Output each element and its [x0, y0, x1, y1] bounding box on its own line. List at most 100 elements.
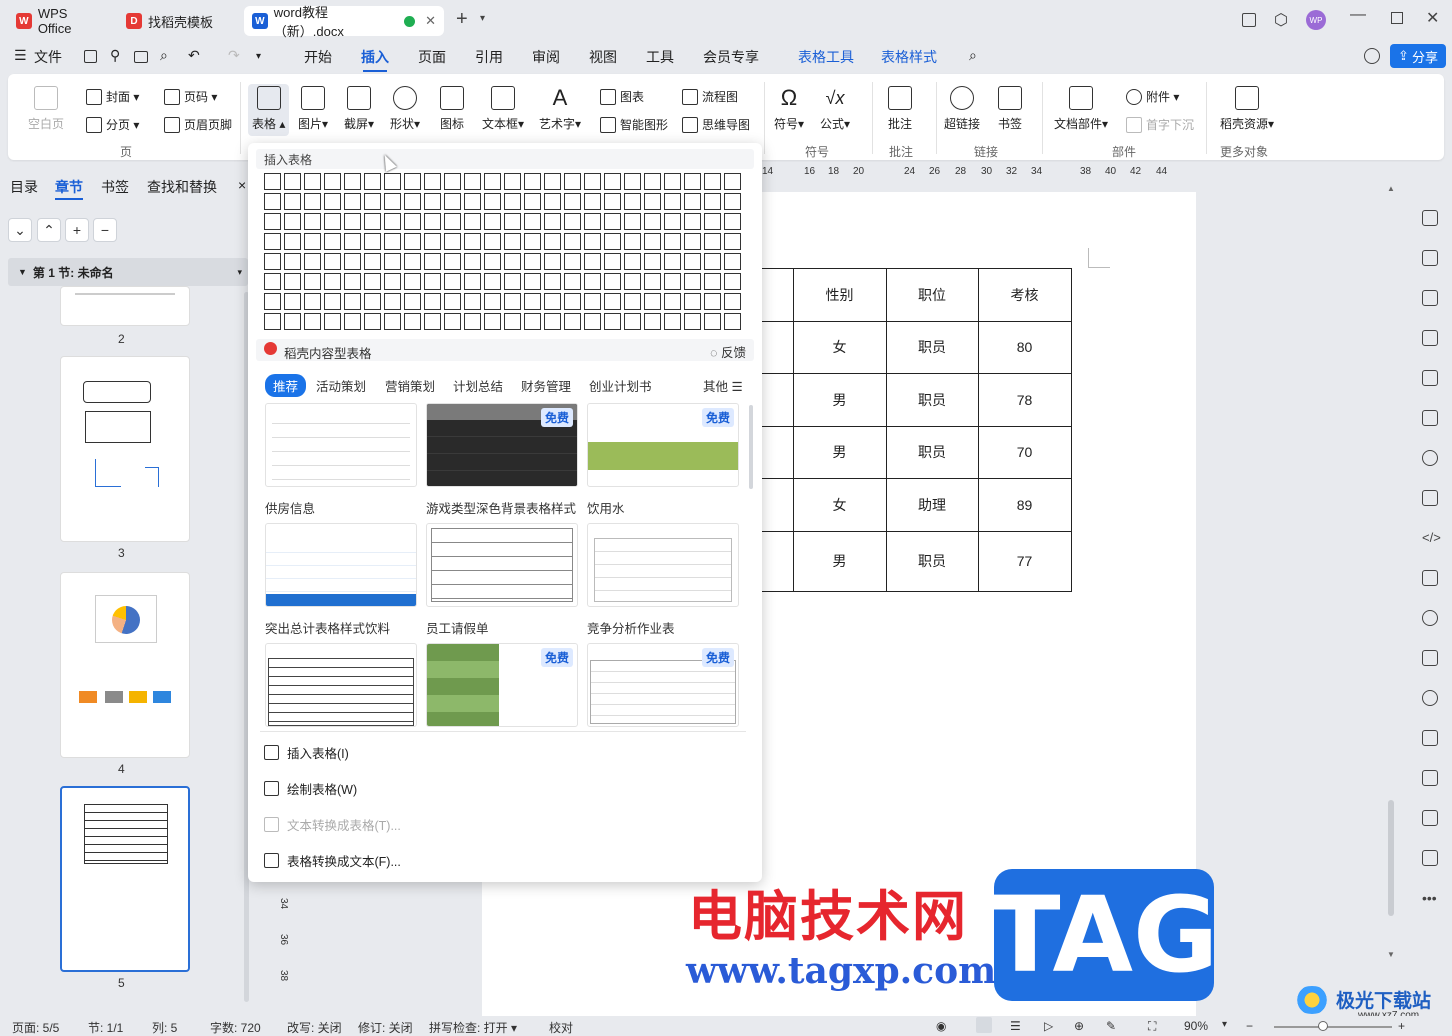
table-cell[interactable]: 女 [792, 478, 887, 532]
shape-button[interactable]: 形状▾ [390, 86, 420, 132]
grid-cell[interactable] [644, 193, 661, 210]
screenshot-button[interactable]: 截屏▾ [344, 86, 374, 132]
draw-table-action[interactable]: 绘制表格(W) [264, 779, 357, 798]
grid-cell[interactable] [524, 293, 541, 310]
grid-cell[interactable] [504, 313, 521, 330]
grid-cell[interactable] [604, 253, 621, 270]
comment-button[interactable]: 批注 [888, 86, 912, 132]
grid-cell[interactable] [364, 253, 381, 270]
pen-view-icon[interactable]: ✎ [1106, 1019, 1116, 1033]
cover-button[interactable]: 封面 ▾ [86, 88, 139, 105]
add-section-icon[interactable]: + [65, 218, 89, 242]
grid-cell[interactable] [484, 253, 501, 270]
grid-cell[interactable] [364, 313, 381, 330]
grid-cell[interactable] [404, 233, 421, 250]
grid-cell[interactable] [724, 213, 741, 230]
table-cell[interactable] [760, 268, 794, 322]
fit-page-icon[interactable]: ⛶ [1148, 1019, 1156, 1034]
formula-button[interactable]: √x 公式▾ [820, 86, 850, 132]
table-cell[interactable]: 职员 [885, 320, 979, 374]
grid-cell[interactable] [304, 213, 321, 230]
grid-cell[interactable] [264, 253, 281, 270]
web-view-icon[interactable]: ⊕ [1074, 1019, 1084, 1033]
docer-resources-button[interactable]: 稻壳资源▾ [1220, 86, 1274, 132]
grid-cell[interactable] [664, 233, 681, 250]
grid-cell[interactable] [524, 213, 541, 230]
grid-cell[interactable] [524, 233, 541, 250]
grid-cell[interactable] [484, 233, 501, 250]
grid-cell[interactable] [264, 233, 281, 250]
grid-cell[interactable] [304, 193, 321, 210]
grid-cell[interactable] [644, 313, 661, 330]
grid-cell[interactable] [324, 213, 341, 230]
menu-view[interactable]: 视图 [589, 47, 617, 67]
grid-cell[interactable] [404, 293, 421, 310]
grid-cell[interactable] [464, 313, 481, 330]
grid-cell[interactable] [564, 273, 581, 290]
omega-icon[interactable] [1422, 610, 1438, 626]
zoom-level[interactable]: 90% [1184, 1019, 1208, 1033]
folder-icon[interactable] [1422, 730, 1438, 746]
menu-table-style[interactable]: 表格样式 [881, 47, 937, 67]
status-revision[interactable]: 修订: 关闭 [358, 1019, 413, 1036]
grid-cell[interactable] [644, 213, 661, 230]
status-column[interactable]: 列: 5 [152, 1019, 177, 1036]
eye-icon[interactable]: ◉ [936, 1019, 946, 1033]
document-check-icon[interactable] [1422, 810, 1438, 826]
grid-cell[interactable] [264, 293, 281, 310]
menu-review[interactable]: 审阅 [532, 47, 560, 67]
table-size-grid[interactable] [264, 173, 741, 330]
table-cell[interactable] [760, 425, 794, 479]
grid-cell[interactable] [304, 253, 321, 270]
grid-cell[interactable] [444, 293, 461, 310]
code-icon[interactable]: </> [1422, 530, 1441, 546]
cube-icon[interactable]: ⬡ [1274, 10, 1288, 30]
save-icon[interactable] [84, 50, 97, 63]
grid-cell[interactable] [684, 253, 701, 270]
grid-cell[interactable] [564, 173, 581, 190]
grid-cell[interactable] [344, 293, 361, 310]
table-cell[interactable]: 男 [792, 425, 887, 479]
menu-tools[interactable]: 工具 [646, 47, 674, 67]
grid-cell[interactable] [624, 213, 641, 230]
grid-cell[interactable] [384, 213, 401, 230]
grid-cell[interactable] [344, 273, 361, 290]
wordart-button[interactable]: A 艺术字▾ [539, 86, 581, 132]
table-cell[interactable] [760, 373, 794, 427]
grid-cell[interactable] [324, 173, 341, 190]
table-cell[interactable]: 职员 [885, 530, 979, 592]
grid-cell[interactable] [584, 293, 601, 310]
category-marketing[interactable]: 营销策划 [385, 376, 435, 395]
grid-cell[interactable] [424, 313, 441, 330]
grid-cell[interactable] [344, 173, 361, 190]
grid-cell[interactable] [624, 253, 641, 270]
history-icon[interactable] [1422, 690, 1438, 706]
table-cell[interactable]: 70 [977, 425, 1072, 479]
grid-cell[interactable] [424, 213, 441, 230]
table-cell[interactable]: 男 [792, 530, 887, 592]
grid-cell[interactable] [724, 233, 741, 250]
grid-cell[interactable] [704, 233, 721, 250]
table-cell[interactable] [760, 320, 794, 374]
picture-button[interactable]: 图片▾ [298, 86, 328, 132]
category-more[interactable]: 其他 ☰ [703, 376, 743, 395]
grid-cell[interactable] [284, 233, 301, 250]
grid-cell[interactable] [524, 253, 541, 270]
grid-cell[interactable] [544, 253, 561, 270]
grid-cell[interactable] [704, 253, 721, 270]
grid-cell[interactable] [644, 273, 661, 290]
grid-cell[interactable] [484, 193, 501, 210]
grid-cell[interactable] [384, 293, 401, 310]
blank-page-button[interactable]: 空白页 [28, 86, 64, 132]
chevron-down-icon[interactable]: ⌄ [8, 218, 32, 242]
close-tab-icon[interactable]: ✕ [425, 13, 436, 29]
grid-cell[interactable] [384, 193, 401, 210]
grid-cell[interactable] [584, 253, 601, 270]
grid-cell[interactable] [384, 173, 401, 190]
grid-cell[interactable] [284, 293, 301, 310]
grid-cell[interactable] [604, 213, 621, 230]
grid-cell[interactable] [604, 293, 621, 310]
grid-cell[interactable] [684, 273, 701, 290]
grid-cell[interactable] [724, 293, 741, 310]
grid-cell[interactable] [364, 213, 381, 230]
